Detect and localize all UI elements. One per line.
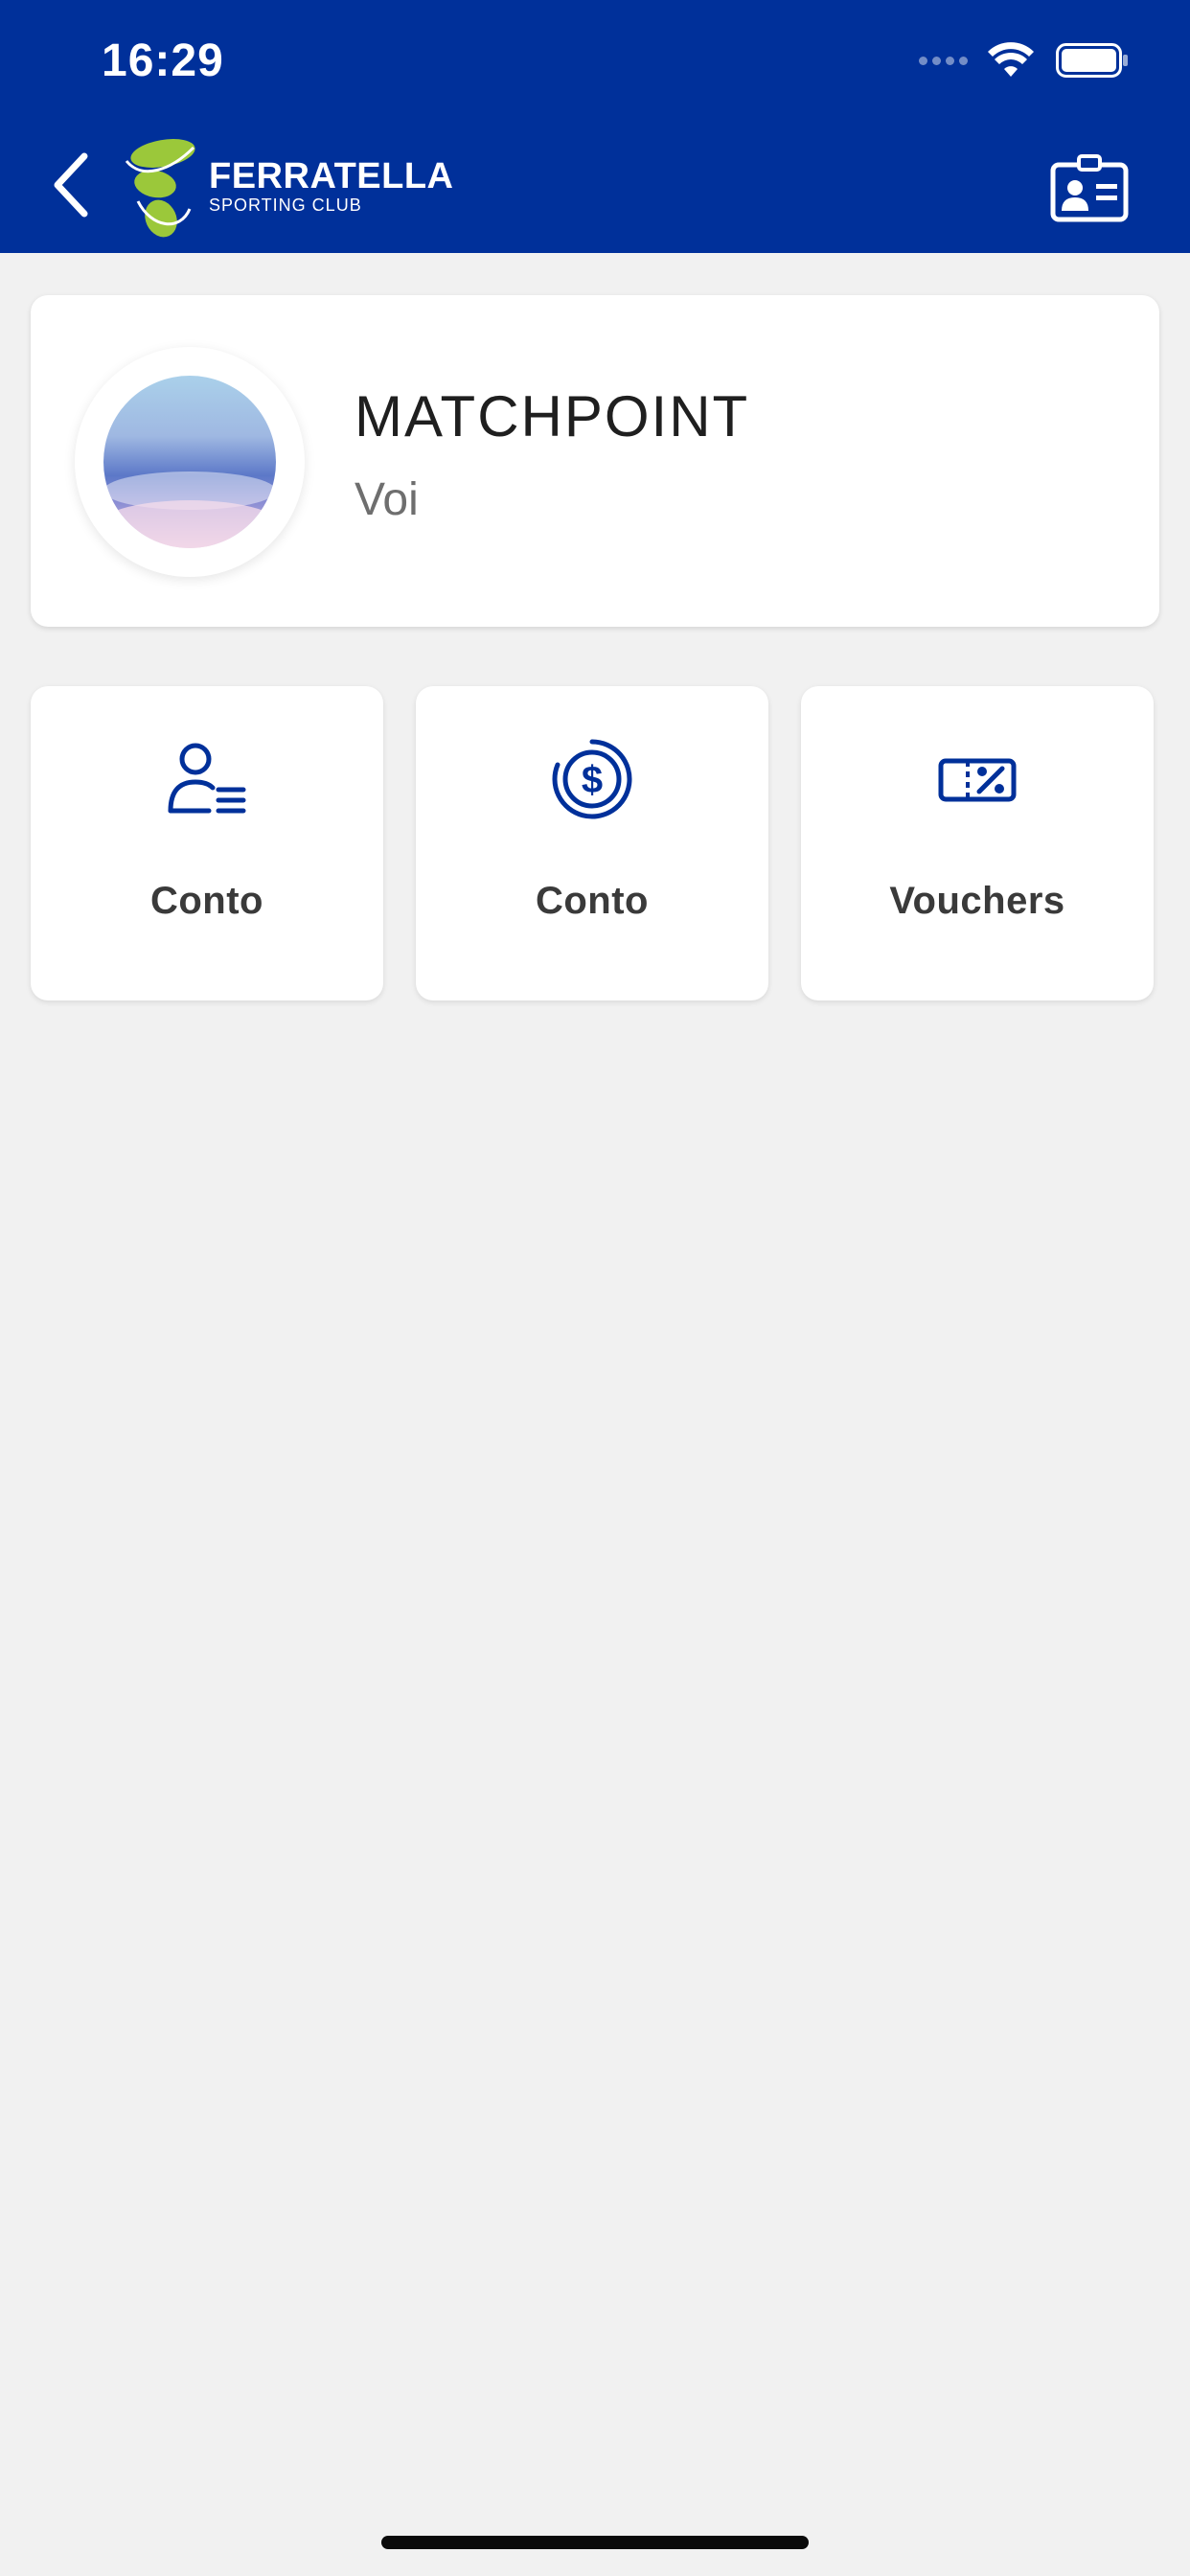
logo-title: FERRATELLA — [209, 156, 454, 196]
profile-card: MATCHPOINT Voi — [31, 295, 1159, 627]
tile-label: Vouchers — [889, 880, 1065, 922]
avatar[interactable] — [103, 376, 276, 548]
tile-grid: Conto $ Conto Vouchers — [31, 686, 1159, 1000]
svg-text:$: $ — [582, 759, 603, 801]
voucher-percent-icon — [938, 758, 1017, 802]
app-screen: 16:29 FERRATELLA SPORTING CLUB MATCHPOIN… — [0, 0, 1190, 2576]
logo-text: FERRATELLA SPORTING CLUB — [209, 157, 454, 215]
avatar-ring — [75, 347, 305, 577]
back-button[interactable] — [48, 149, 96, 221]
dollar-coin-icon: $ — [552, 739, 632, 819]
cellular-signal-icon — [919, 56, 968, 65]
tile-account[interactable]: Conto — [31, 686, 383, 1000]
tile-label: Conto — [149, 880, 263, 922]
user-list-icon — [168, 743, 246, 814]
status-time: 16:29 — [102, 35, 224, 86]
ferratella-logo: FERRATELLA SPORTING CLUB — [113, 132, 454, 240]
wifi-icon — [988, 42, 1034, 77]
profile-subtitle: Voi — [355, 474, 419, 525]
profile-name: MATCHPOINT — [355, 384, 750, 448]
status-icons — [919, 42, 1129, 79]
app-header: 16:29 FERRATELLA SPORTING CLUB — [0, 0, 1190, 253]
tile-vouchers[interactable]: Vouchers — [801, 686, 1154, 1000]
id-card-button[interactable] — [1050, 153, 1129, 222]
logo-subtitle: SPORTING CLUB — [209, 196, 362, 215]
tile-label: Conto — [535, 880, 649, 922]
battery-icon — [1056, 43, 1128, 78]
home-indicator[interactable] — [381, 2536, 809, 2549]
logo-mark-icon — [125, 139, 195, 238]
tile-balance[interactable]: $ Conto — [416, 686, 768, 1000]
